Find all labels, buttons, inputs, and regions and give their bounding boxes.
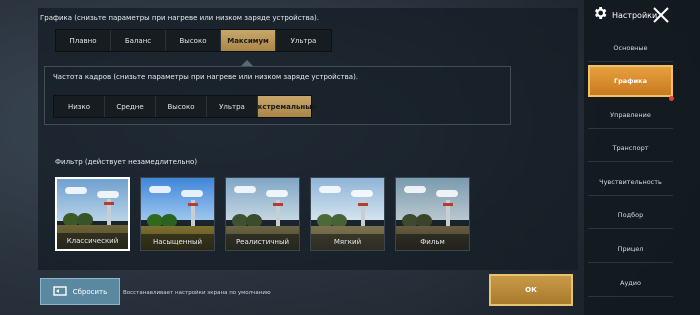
tower-shape [443,200,453,226]
sidebar-title: Настройки [612,10,658,20]
reset-label: Сбросить [72,287,108,296]
fps-option-extreme[interactable]: Экстремальный [253,96,316,117]
cloud-shape [97,191,119,198]
filter-caption: Мягкий [311,234,384,250]
sidebar-item-pickup[interactable]: Подбор [588,201,673,229]
graphics-option-balanced[interactable]: Баланс [111,30,166,51]
graphics-option-max[interactable]: Максимум [221,30,276,51]
fps-option-medium[interactable]: Средне [105,96,156,117]
tower-shape [188,200,198,226]
reset-hint: Восстанавливает настройки экрана по умол… [123,290,271,296]
filter-saturated[interactable]: Насыщенный [140,177,215,251]
filter-list: Классический Насыщенный Реалистичный Мяг… [55,177,470,251]
cloud-shape [149,186,171,193]
filter-classic[interactable]: Классический [55,177,130,251]
sidebar-item-sensitivity[interactable]: Чувствительность [588,168,673,196]
graphics-label: Графика (снизьте параметры при нагреве и… [40,14,319,22]
ok-button[interactable]: ОК [489,274,573,306]
cloud-shape [181,190,203,197]
sidebar-header: Настройки [592,5,692,25]
graphics-option-high[interactable]: Высоко [166,30,221,51]
cloud-shape [351,190,373,197]
frame-rate-label: Частота кадров (снизьте параметры при на… [53,73,359,81]
filter-caption: Фильм [396,234,469,250]
filter-caption: Реалистичный [226,234,299,250]
tower-shape [104,199,114,225]
sidebar-item-scope[interactable]: Прицел [588,235,673,263]
cloud-shape [319,186,341,193]
reset-button[interactable]: Сбросить [40,278,120,305]
sidebar-item-vehicles[interactable]: Транспорт [588,134,673,162]
cloud-shape [234,186,256,193]
cloud-shape [65,187,87,194]
sidebar-item-basic[interactable]: Основные [588,34,673,62]
fps-option-ultra[interactable]: Ультра [207,96,258,117]
filter-film[interactable]: Фильм [395,177,470,251]
sidebar-item-audio[interactable]: Аудио [588,269,673,297]
graphics-option-ultra[interactable]: Ультра [276,30,331,51]
filter-realistic[interactable]: Реалистичный [225,177,300,251]
tower-shape [273,200,283,226]
filter-caption: Насыщенный [141,234,214,250]
sidebar-item-graphics[interactable]: Графика [588,65,673,97]
cloud-shape [266,190,288,197]
filter-caption: Классический [57,233,128,249]
cloud-shape [436,190,458,197]
sidebar-item-controls[interactable]: Управление [588,101,673,129]
fps-option-low[interactable]: Низко [54,96,105,117]
cloud-shape [404,186,426,193]
filter-soft[interactable]: Мягкий [310,177,385,251]
fps-option-high[interactable]: Высоко [156,96,207,117]
close-icon[interactable] [652,6,670,24]
gear-icon [592,5,608,25]
frame-rate-selector: Низко Средне Высоко Ультра Экстремальный [53,95,316,118]
graphics-option-smooth[interactable]: Плавно [56,30,111,51]
graphics-quality-selector: Плавно Баланс Высоко Максимум Ультра [55,29,332,52]
reset-icon [53,285,67,298]
tower-shape [358,200,368,226]
filter-label: Фильтр (действует незамедлительно) [55,158,198,166]
